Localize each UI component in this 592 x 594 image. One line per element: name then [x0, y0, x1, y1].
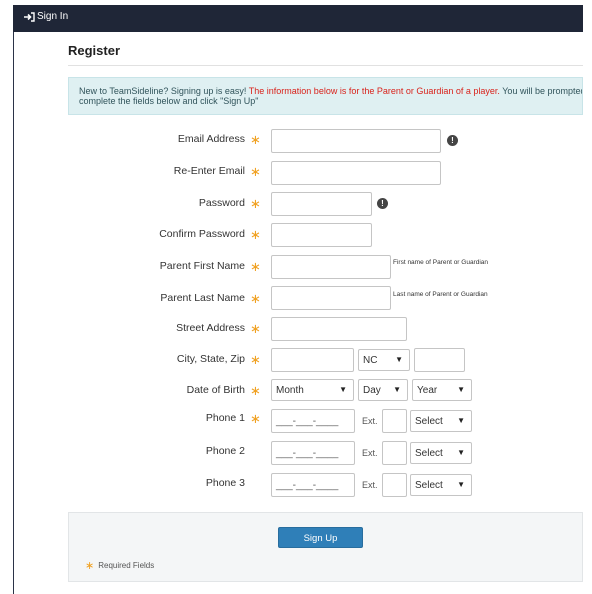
phone2-ext-field[interactable] — [382, 441, 407, 465]
last-name-hint: Last name of Parent or Guardian — [393, 291, 488, 298]
required-star: ∗ — [250, 164, 261, 179]
signup-button[interactable]: Sign Up — [278, 527, 363, 548]
confirm-password-label: Confirm Password — [159, 228, 245, 240]
email-label: Email Address — [177, 133, 245, 145]
dob-day-select[interactable]: Day ▼ — [358, 379, 408, 401]
notice-line-1: New to TeamSideline? Signing up is easy!… — [79, 86, 582, 96]
dob-year-value: Year — [417, 385, 438, 396]
phone2-label: Phone 2 — [205, 445, 245, 457]
city-field[interactable] — [271, 348, 354, 372]
caret-down-icon: ▼ — [393, 385, 401, 394]
phone1-field[interactable]: ___-___-____ — [271, 409, 355, 433]
register-page: Sign In Register New to TeamSideline? Si… — [0, 0, 592, 594]
phone1-ext-field[interactable] — [382, 409, 407, 433]
required-star: ∗ — [250, 132, 261, 147]
title-divider — [68, 65, 583, 66]
notice-line-2: complete the fields below and click "Sig… — [79, 96, 259, 106]
phone3-label: Phone 3 — [205, 477, 245, 489]
phone1-label: Phone 1 — [205, 412, 245, 424]
required-star: ∗ — [250, 352, 261, 367]
sign-in-icon — [24, 11, 35, 22]
street-address-label: Street Address — [176, 322, 245, 334]
first-name-hint: First name of Parent or Guardian — [393, 259, 489, 266]
caret-down-icon: ▼ — [457, 416, 465, 425]
last-name-label: Parent Last Name — [160, 292, 245, 304]
password-field[interactable] — [271, 192, 372, 216]
caret-down-icon: ▼ — [457, 385, 465, 394]
city-state-zip-label: City, State, Zip — [176, 353, 245, 365]
state-value: NC — [363, 355, 378, 366]
notice-warning: The information below is for the Parent … — [248, 86, 500, 96]
required-star: ∗ — [250, 321, 261, 336]
signin-link[interactable]: Sign In — [23, 11, 68, 22]
required-star: ∗ — [250, 196, 261, 211]
first-name-field[interactable] — [271, 255, 391, 279]
page-title: Register — [68, 43, 121, 58]
caret-down-icon: ▼ — [457, 480, 465, 489]
reenter-email-label: Re-Enter Email — [173, 165, 245, 177]
required-star: ∗ — [250, 411, 261, 426]
dob-label: Date of Birth — [186, 384, 245, 396]
dob-month-value: Month — [276, 385, 304, 396]
info-notice: New to TeamSideline? Signing up is easy!… — [68, 77, 583, 115]
phone3-ext-field[interactable] — [382, 473, 407, 497]
exclamation-circle-icon[interactable]: ! — [377, 198, 388, 209]
caret-down-icon: ▼ — [395, 355, 403, 364]
dob-day-value: Day — [363, 385, 381, 396]
password-label: Password — [198, 197, 245, 209]
dob-month-select[interactable]: Month ▼ — [271, 379, 354, 401]
required-star: ∗ — [250, 259, 261, 274]
reenter-email-field[interactable] — [271, 161, 441, 185]
first-name-label: Parent First Name — [159, 260, 245, 272]
phone2-type-value: Select — [415, 448, 443, 459]
phone3-type-select[interactable]: Select ▼ — [410, 474, 472, 496]
exclamation-circle-icon[interactable]: ! — [447, 135, 458, 146]
top-navbar — [13, 5, 583, 32]
phone3-type-value: Select — [415, 480, 443, 491]
required-fields-note: ∗ Required Fields — [85, 559, 154, 572]
required-star: ∗ — [250, 383, 261, 398]
phone3-ext-label: Ext. — [362, 480, 378, 490]
signin-label: Sign In — [37, 11, 69, 22]
phone3-field[interactable]: ___-___-____ — [271, 473, 355, 497]
phone2-type-select[interactable]: Select ▼ — [410, 442, 472, 464]
phone1-type-select[interactable]: Select ▼ — [410, 410, 472, 432]
confirm-password-field[interactable] — [271, 223, 372, 247]
caret-down-icon: ▼ — [457, 448, 465, 457]
phone2-field[interactable]: ___-___-____ — [271, 441, 355, 465]
caret-down-icon: ▼ — [339, 385, 347, 394]
phone1-type-value: Select — [415, 416, 443, 427]
street-address-field[interactable] — [271, 317, 407, 341]
last-name-field[interactable] — [271, 286, 391, 310]
left-border — [13, 32, 14, 594]
required-star: ∗ — [250, 291, 261, 306]
notice-intro: New to TeamSideline? Signing up is easy! — [79, 86, 249, 96]
phone2-ext-label: Ext. — [362, 448, 378, 458]
required-star: ∗ — [85, 560, 95, 572]
phone1-ext-label: Ext. — [362, 416, 378, 426]
dob-year-select[interactable]: Year ▼ — [412, 379, 472, 401]
email-field[interactable] — [271, 129, 441, 153]
zip-field[interactable] — [414, 348, 465, 372]
notice-tail: You will be prompted to — [502, 86, 583, 96]
required-star: ∗ — [250, 227, 261, 242]
required-fields-text: Required Fields — [98, 561, 155, 570]
state-select[interactable]: NC ▼ — [358, 349, 410, 371]
